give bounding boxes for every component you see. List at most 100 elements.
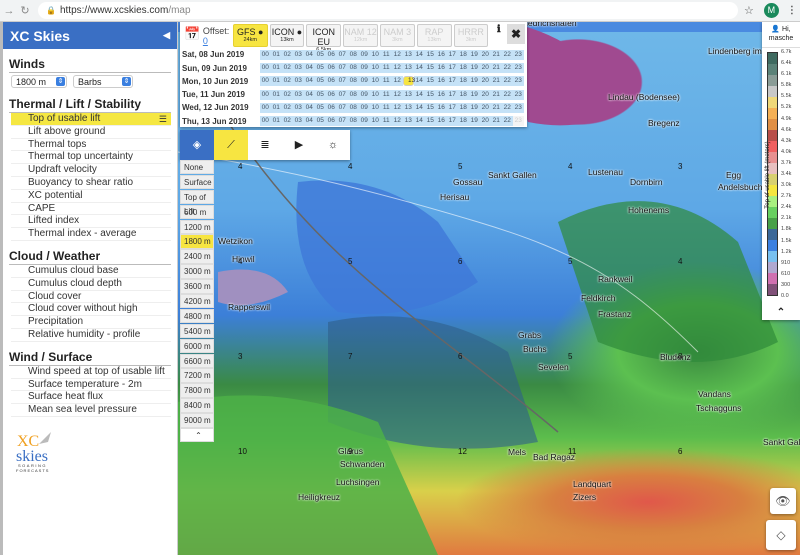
hour-button[interactable]: 07 (337, 63, 348, 74)
forward-icon[interactable]: → (2, 5, 16, 17)
sidebar-item[interactable]: Cumulus cloud base (11, 265, 171, 278)
sidebar-item[interactable]: Surface temperature - 2m (11, 379, 171, 392)
hour-button[interactable]: 11 (381, 76, 392, 87)
hour-button[interactable]: 07 (337, 102, 348, 113)
hour-button[interactable]: 08 (348, 63, 359, 74)
model-button[interactable]: GFS ● 24km (232, 24, 268, 47)
forecast-map[interactable]: Friedrichshafen Lindenberg im Allgäu Linda… (178, 22, 800, 555)
address-bar[interactable]: 🔒 https://www.xcskies.com/map (38, 2, 738, 19)
hour-button[interactable]: 09 (359, 116, 370, 127)
sun-button[interactable]: ☼ (316, 130, 350, 160)
offset-control[interactable]: Offset: 0 (203, 26, 233, 46)
hour-button[interactable]: 10 (370, 116, 381, 127)
hour-button[interactable]: 13 (403, 63, 414, 74)
altitude-option[interactable]: 8400 m (180, 398, 214, 413)
hour-button[interactable]: 19 (469, 102, 480, 113)
sidebar-item[interactable]: Updraft velocity (11, 164, 171, 177)
calendar-icon[interactable]: 📅 (184, 26, 201, 42)
profile-avatar[interactable]: M (763, 3, 779, 18)
info-icon[interactable]: ℹ (490, 24, 507, 35)
hour-button[interactable]: 16 (436, 102, 447, 113)
layer-switcher-button[interactable]: ◇ (766, 520, 796, 550)
sidebar-item[interactable]: Thermal top uncertainty (11, 151, 171, 165)
hour-button[interactable]: 12 (392, 63, 403, 74)
hour-button[interactable]: 02 (282, 63, 293, 74)
wind-style-select[interactable]: Barbs ⇕ (73, 75, 133, 88)
hour-button[interactable]: 04 (304, 63, 315, 74)
hour-button[interactable]: 05 (315, 102, 326, 113)
hour-button[interactable]: 21 (491, 76, 502, 87)
altitude-option[interactable]: 9000 m (180, 413, 214, 428)
hour-button[interactable]: 01 (271, 63, 282, 74)
sidebar-item[interactable]: XC potential (11, 190, 171, 203)
collapse-legend-icon[interactable]: ⌃ (762, 307, 800, 318)
hour-button[interactable]: 21 (491, 102, 502, 113)
collapse-altitudes-button[interactable]: ⌃ (180, 428, 214, 443)
hour-button[interactable]: 18 (458, 116, 469, 127)
hour-button[interactable]: 20 (480, 76, 491, 87)
hour-button[interactable]: 22 (502, 116, 513, 127)
hour-button[interactable]: 21 (491, 49, 502, 60)
hour-button[interactable]: 18 (458, 63, 469, 74)
hour-button[interactable]: 19 (469, 116, 480, 127)
hour-button[interactable]: 15 (425, 89, 436, 100)
altitude-option[interactable]: 6000 m (180, 338, 214, 354)
hour-button[interactable]: 10 (370, 89, 381, 100)
altitude-option[interactable]: 2400 m (180, 249, 214, 264)
layers-button[interactable]: ◈ (180, 130, 214, 160)
hour-button[interactable]: 06 (326, 63, 337, 74)
hour-button[interactable]: 06 (326, 116, 337, 127)
hour-button[interactable]: 14 (414, 63, 425, 74)
hour-button[interactable]: 16 (436, 49, 447, 60)
hour-button[interactable]: 21 (491, 89, 502, 100)
hour-button[interactable]: 06 (326, 102, 337, 113)
hour-button[interactable]: 14 (414, 89, 425, 100)
altitude-option[interactable]: 4800 m (180, 308, 214, 324)
wind-altitude-select[interactable]: 1800 m ⇕ (11, 75, 67, 88)
hour-button[interactable]: 07 (337, 89, 348, 100)
hour-button[interactable]: 15 (425, 116, 436, 127)
altitude-option[interactable]: 5400 m (180, 323, 214, 339)
model-button[interactable]: ICON ● 13km (269, 24, 305, 47)
hour-button[interactable]: 08 (348, 76, 359, 87)
hour-button[interactable]: 22 (502, 102, 513, 113)
hour-button[interactable]: 17 (447, 49, 458, 60)
hour-button[interactable]: 13 (403, 102, 414, 113)
hour-button[interactable]: 20 (480, 89, 491, 100)
hour-button[interactable]: 12 (392, 89, 403, 100)
sidebar-item[interactable]: Surface heat flux (11, 391, 171, 405)
hour-button[interactable]: 16 (436, 76, 447, 87)
hour-button[interactable]: 06 (326, 49, 337, 60)
altitude-option[interactable]: 1800 m (180, 234, 214, 249)
sidebar-item[interactable]: Thermal index - average (11, 228, 171, 241)
hour-button[interactable]: 00 (260, 102, 271, 113)
hour-button[interactable]: 11 (381, 102, 392, 113)
sidebar-item[interactable]: Thermal tops (11, 139, 171, 152)
hour-button[interactable]: 04 (304, 89, 315, 100)
wind-barbs-button[interactable]: ⟋ (214, 130, 248, 160)
sidebar-item[interactable]: Cumulus cloud depth (11, 278, 171, 291)
hour-button[interactable]: 17 (447, 63, 458, 74)
hour-button[interactable]: 11 (381, 49, 392, 60)
hour-button[interactable]: 20 (480, 102, 491, 113)
hour-button[interactable]: 04 (304, 76, 315, 87)
visibility-button[interactable]: 👁 (770, 488, 796, 514)
hour-button[interactable]: 06 (326, 89, 337, 100)
sidebar-item[interactable]: Relative humidity - profile (11, 329, 171, 342)
hour-button[interactable]: 06 (326, 76, 337, 87)
hour-button[interactable]: 00 (260, 63, 271, 74)
hour-button[interactable]: 13 (403, 49, 414, 60)
hour-button[interactable]: 15 (425, 76, 436, 87)
altitude-option[interactable]: 3600 m (180, 279, 214, 294)
sidebar-item[interactable]: Mean sea level pressure (11, 404, 171, 417)
altitude-option[interactable]: 3000 m (180, 264, 214, 279)
hour-button[interactable]: 16 (436, 63, 447, 74)
hour-button[interactable]: 01 (271, 102, 282, 113)
hour-button[interactable]: 01 (271, 49, 282, 60)
hour-button[interactable]: 04 (304, 116, 315, 127)
altitude-option[interactable]: 4200 m (180, 294, 214, 309)
hour-button[interactable]: 18 (458, 76, 469, 87)
altitude-option[interactable]: Top of Lift (180, 189, 214, 216)
hour-button[interactable]: 10 (370, 63, 381, 74)
hour-button[interactable]: 09 (359, 89, 370, 100)
